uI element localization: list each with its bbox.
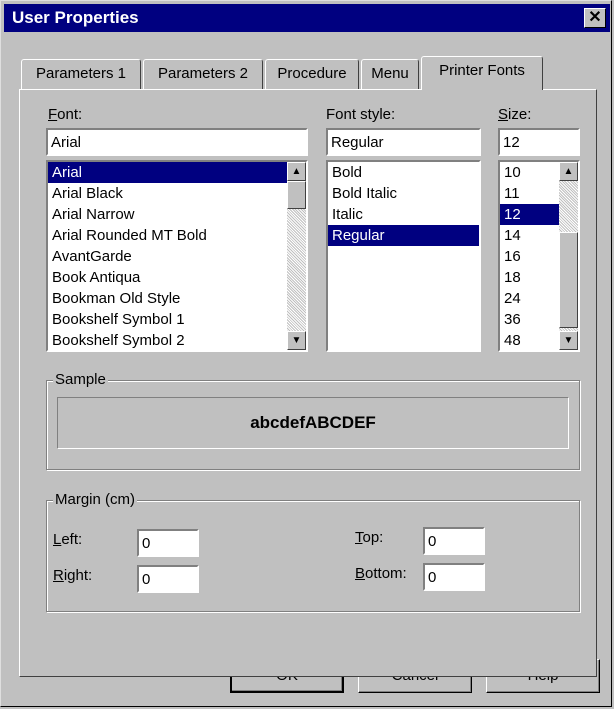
left-margin-label: Left: — [53, 531, 83, 548]
right-margin-label: Right: — [53, 567, 93, 584]
font-list-item[interactable]: Arial Rounded MT Bold — [48, 225, 306, 246]
font-style-listbox[interactable]: Bold Bold Italic Italic Regular — [326, 160, 481, 352]
size-label: Size: — [498, 106, 532, 123]
scroll-down-icon[interactable]: ▼ — [559, 331, 578, 350]
scroll-thumb[interactable] — [559, 232, 578, 328]
tab-label: Procedure — [277, 65, 347, 82]
margin-group: Margin (cm) Left: Right: Top: Bottom: — [46, 491, 580, 612]
size-scrollbar[interactable]: ▲ ▼ — [559, 162, 578, 350]
font-style-list-item[interactable]: Italic — [328, 204, 479, 225]
user-properties-dialog: User Properties ✕ Parameters 1 Parameter… — [0, 0, 612, 707]
font-style-label: Font style: — [326, 106, 396, 123]
tab-label: Printer Fonts — [439, 62, 525, 79]
font-style-list-item[interactable]: Bold — [328, 162, 479, 183]
left-margin-input[interactable] — [137, 529, 199, 557]
right-margin-input[interactable] — [137, 565, 199, 593]
font-list-item[interactable]: Book Antiqua — [48, 267, 306, 288]
close-icon: ✕ — [588, 9, 602, 26]
bottom-margin-input[interactable] — [423, 563, 485, 591]
bottom-margin-label: Bottom: — [355, 565, 407, 582]
font-list-item[interactable]: Arial Black — [48, 183, 306, 204]
margin-group-title: Margin (cm) — [53, 491, 138, 508]
tab-printer-fonts[interactable]: Printer Fonts — [421, 56, 543, 90]
font-listbox[interactable]: Arial Arial Black Arial Narrow Arial Rounde… — [46, 160, 308, 352]
tab-label: Parameters 2 — [157, 65, 249, 82]
scroll-down-icon[interactable]: ▼ — [287, 331, 306, 350]
font-list-item[interactable]: AvantGarde — [48, 246, 306, 267]
close-button[interactable]: ✕ — [584, 8, 606, 28]
font-style-list-item[interactable]: Bold Italic — [328, 183, 479, 204]
font-list-item[interactable]: Arial Narrow — [48, 204, 306, 225]
scroll-up-icon[interactable]: ▲ — [559, 162, 578, 181]
scroll-up-icon[interactable]: ▲ — [287, 162, 306, 181]
size-input[interactable] — [498, 128, 580, 156]
font-input[interactable] — [46, 128, 308, 156]
font-list-item[interactable]: Bookshelf Symbol 1 — [48, 309, 306, 330]
tab-label: Menu — [371, 65, 409, 82]
tab-parameters-2[interactable]: Parameters 2 — [143, 59, 263, 89]
sample-preview: abcdefABCDEF — [57, 397, 569, 449]
font-style-input[interactable] — [326, 128, 481, 156]
top-margin-input[interactable] — [423, 527, 485, 555]
tab-menu[interactable]: Menu — [361, 59, 419, 89]
title-bar: User Properties ✕ — [4, 4, 610, 32]
font-list-item[interactable]: Bookshelf Symbol 2 — [48, 330, 306, 350]
font-list-item[interactable]: Bookman Old Style — [48, 288, 306, 309]
font-style-list-item[interactable]: Regular — [328, 225, 479, 246]
printer-fonts-panel: Font: ArialArial BlackArial NarrowArial … — [19, 89, 597, 677]
scroll-thumb[interactable] — [287, 181, 306, 209]
sample-group: Sample abcdefABCDEF — [46, 371, 580, 470]
font-scrollbar[interactable]: ▲ ▼ — [287, 162, 306, 350]
tab-procedure[interactable]: Procedure — [265, 59, 359, 89]
font-list-item[interactable]: Arial — [48, 162, 306, 183]
size-listbox[interactable]: 10 11 12 14 16 18 24 36 48 ▲ ▼ — [498, 160, 580, 352]
tab-label: Parameters 1 — [35, 65, 127, 82]
top-margin-label: Top: — [355, 529, 384, 546]
tab-parameters-1[interactable]: Parameters 1 — [21, 59, 141, 89]
dialog-title: User Properties — [12, 8, 139, 27]
font-label: Font: — [48, 106, 83, 123]
sample-group-title: Sample — [53, 371, 108, 388]
